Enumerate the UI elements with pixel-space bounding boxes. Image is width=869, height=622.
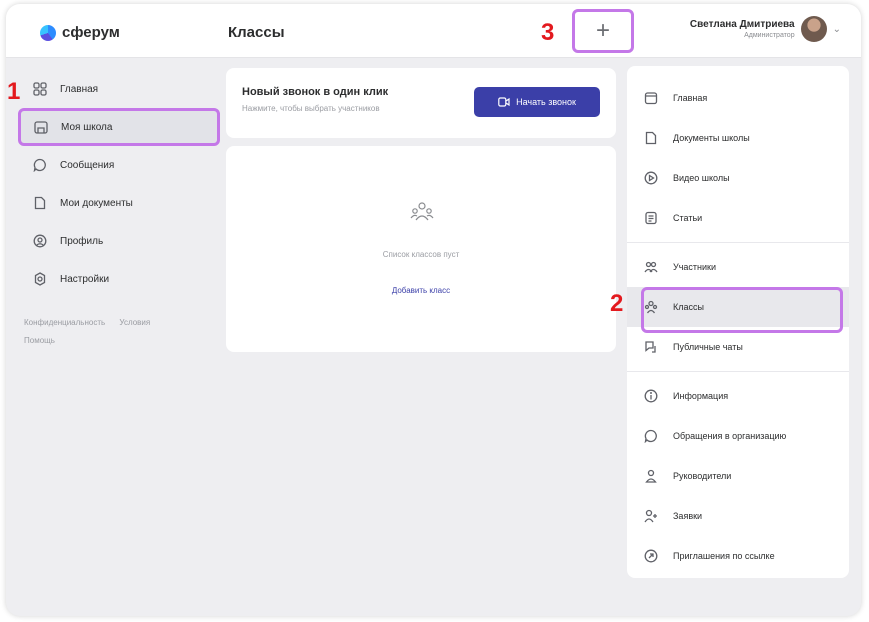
logo-text: сферум [62,24,120,41]
users-icon [643,259,659,275]
app-window: сферум Классы + Светлана Дмитриева Админ… [6,4,861,616]
sidebar-item-settings[interactable]: Настройки [20,260,220,298]
sidebar-footer: Конфиденциальность Условия Помощь [20,314,220,350]
menu-item-label: Информация [673,391,729,401]
gear-icon [32,271,48,287]
menu-item-label: Видео школы [673,173,730,183]
video-camera-icon [498,97,510,107]
chevron-down-icon[interactable]: ⌄ [833,24,841,35]
menu-item-school-video[interactable]: Видео школы [627,158,849,198]
sidebar-item-my-documents[interactable]: Мои документы [20,184,220,222]
menu-item-articles[interactable]: Статьи [627,198,849,238]
profile-icon [32,233,48,249]
sidebar-item-home[interactable]: Главная [20,70,220,108]
sidebar-item-label: Моя школа [61,121,113,133]
user-name: Светлана Дмитриева [689,19,795,30]
menu-item-school-documents[interactable]: Документы школы [627,118,849,158]
avatar[interactable] [800,16,827,42]
menu-item-label: Статьи [673,213,703,223]
classes-icon [643,299,659,315]
start-call-button[interactable]: Начать звонок [474,87,600,117]
page-title: Классы [228,24,285,41]
help-link[interactable]: Помощь [24,332,220,350]
add-button[interactable]: + [572,9,634,53]
user-info: Светлана Дмитриева Администратор [690,19,795,39]
terms-link[interactable]: Условия [119,318,150,327]
info-icon [643,388,659,404]
annotation-marker-2: 2 [610,290,624,317]
play-icon [643,170,659,186]
new-call-card: Новый звонок в один клик Нажмите, чтобы … [226,68,616,138]
classes-list-card: Список классов пуст Добавить класс [226,146,616,352]
article-icon [643,210,659,226]
menu-item-public-chats[interactable]: Публичные чаты [627,327,849,367]
grid-icon [32,81,48,97]
menu-item-home[interactable]: Главная [627,78,849,118]
chat-icon [32,157,48,173]
annotation-marker-1: 1 [7,78,21,105]
menu-item-classes[interactable]: Классы [627,287,849,333]
annotation-marker-3: 3 [541,19,555,46]
menu-item-label: Участники [673,262,716,272]
menu-item-label: Приглашения по ссылке [673,551,775,561]
empty-list-text: Список классов пуст [382,250,460,259]
menu-item-label: Обращения в организацию [673,431,787,441]
menu-item-label: Заявки [673,511,703,521]
menu-item-label: Публичные чаты [673,342,743,352]
sidebar-item-label: Настройки [60,273,110,285]
sidebar-item-my-school[interactable]: Моя школа [18,108,220,146]
start-call-label: Начать звонок [516,97,576,107]
user-menu[interactable]: Светлана Дмитриева Администратор ⌄ [690,16,841,42]
menu-item-label: Классы [673,302,704,312]
top-bar: сферум Классы + Светлана Дмитриева Админ… [6,4,861,58]
person-add-icon [643,508,659,524]
menu-divider [627,242,849,243]
chat-icon [643,428,659,444]
logo[interactable]: сферум [40,24,120,41]
menu-item-managers[interactable]: Руководители [627,456,849,496]
privacy-link[interactable]: Конфиденциальность [24,318,105,327]
menu-item-organization-appeals[interactable]: Обращения в организацию [627,416,849,456]
sidebar-item-label: Главная [60,83,99,95]
home-icon [643,90,659,106]
sidebar: Главная Моя школа Сообщения Мои документ… [18,70,220,350]
menu-item-information[interactable]: Информация [627,376,849,416]
sidebar-item-label: Профиль [60,235,104,247]
school-menu-panel: Главная Документы школы Видео школы Стат… [627,66,849,578]
menu-item-label: Документы школы [673,133,750,143]
sidebar-item-label: Сообщения [60,159,115,171]
plus-icon: + [595,17,610,44]
public-chat-icon [643,339,659,355]
link-icon [643,548,659,564]
add-class-link[interactable]: Добавить класс [226,286,616,295]
menu-item-members[interactable]: Участники [627,247,849,287]
sidebar-item-profile[interactable]: Профиль [20,222,220,260]
menu-item-requests[interactable]: Заявки [627,496,849,536]
menu-item-label: Главная [673,93,708,103]
menu-divider [627,371,849,372]
classes-icon [410,202,434,221]
document-icon [32,195,48,211]
sidebar-item-messages[interactable]: Сообщения [20,146,220,184]
call-card-title: Новый звонок в один клик [242,86,389,98]
document-icon [643,130,659,146]
logo-mark-icon [40,24,56,41]
menu-item-link-invitations[interactable]: Приглашения по ссылке [627,536,849,576]
person-icon [643,468,659,484]
user-role: Администратор [744,32,795,39]
sidebar-item-label: Мои документы [60,197,133,209]
school-icon [33,119,49,135]
call-card-subtitle: Нажмите, чтобы выбрать участников [242,104,380,113]
menu-item-label: Руководители [673,471,732,481]
